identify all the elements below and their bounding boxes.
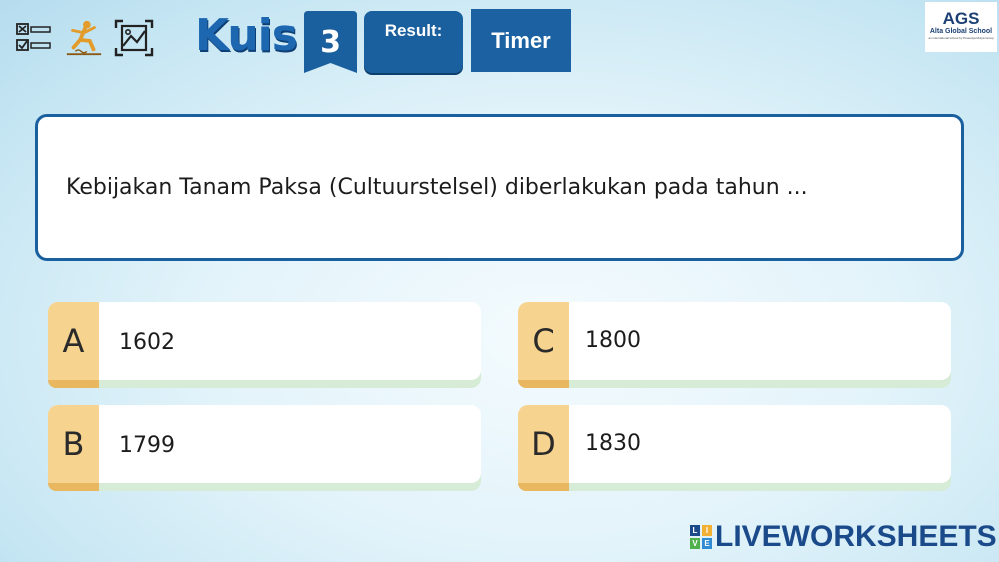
option-a[interactable]: A 1602 (48, 302, 481, 388)
timer-label: Timer (491, 27, 551, 53)
option-letter: B (48, 405, 99, 491)
brand-blocks-icon: L I V E (690, 525, 712, 549)
option-b[interactable]: B 1799 (48, 405, 481, 491)
logo-name: AGS (942, 9, 980, 28)
fullscreen-image-icon[interactable] (114, 18, 154, 58)
school-logo: AGS Alta Global School an international … (925, 2, 997, 52)
question-text: Kebijakan Tanam Paksa (Cultuurstelsel) d… (66, 175, 808, 200)
option-d[interactable]: D 1830 (518, 405, 951, 491)
brand-block: E (702, 538, 712, 549)
falling-person-icon[interactable] (64, 18, 104, 58)
option-letter: A (48, 302, 99, 388)
option-value: 1602 (119, 330, 175, 355)
brand-name: LIVEWORKSHEETS (715, 520, 997, 553)
brand-block: V (690, 538, 700, 549)
toolbar (14, 18, 154, 58)
checklist-icon[interactable] (14, 18, 54, 58)
option-value: 1799 (119, 433, 175, 458)
logo-school: Alta Global School (929, 28, 993, 35)
timer-box: Timer (471, 9, 571, 72)
option-value: 1830 (585, 431, 641, 456)
logo-tagline: an international school by Prasetiya Mul… (928, 36, 994, 40)
option-letter: C (518, 302, 569, 388)
result-label: Result: (384, 21, 443, 40)
question-card: Kebijakan Tanam Paksa (Cultuurstelsel) d… (35, 114, 964, 261)
liveworksheets-brand: L I V E LIVEWORKSHEETS (690, 520, 997, 554)
question-number-badge: 3 (304, 11, 357, 73)
option-value: 1800 (585, 328, 641, 353)
option-c[interactable]: C 1800 (518, 302, 951, 388)
question-number: 3 (320, 25, 341, 60)
brand-block: L (690, 525, 700, 536)
option-letter: D (518, 405, 569, 491)
result-box: Result: (364, 11, 463, 73)
quiz-title: Kuis (195, 10, 298, 61)
brand-block: I (702, 525, 712, 536)
